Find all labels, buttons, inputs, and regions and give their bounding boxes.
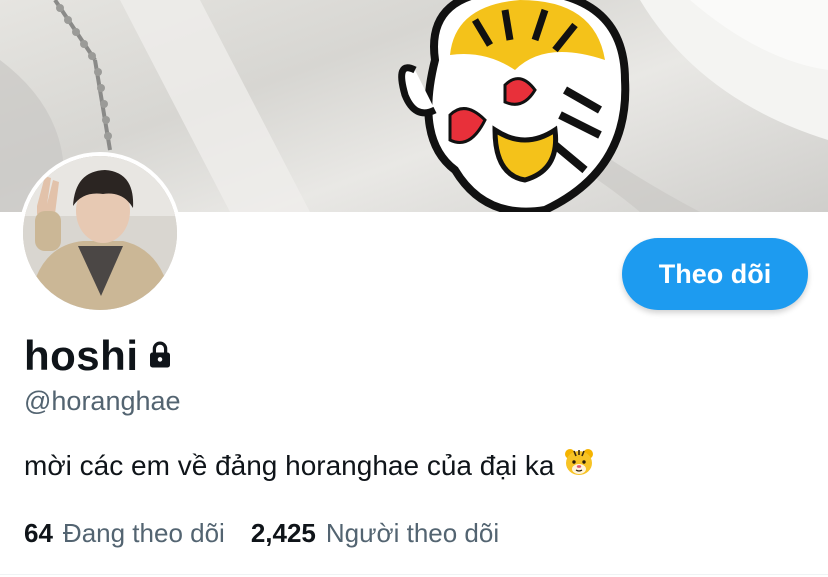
bio-text: mời các em về đảng horanghae của đại ka [24,449,555,481]
profile-bio: mời các em về đảng horanghae của đại ka [24,447,594,484]
following-stat-link[interactable]: 64 Đang theo dõi [24,518,225,549]
follow-button[interactable]: Theo dõi [622,238,808,310]
followers-count: 2,425 [250,518,316,548]
following-count: 64 [24,518,53,548]
divider [0,574,828,575]
avatar-photo [23,156,177,310]
profile-display-name: hoshi [24,332,139,379]
followers-stat-link[interactable]: 2,425 Người theo dõi [251,518,499,549]
following-label: Đang theo dõi [62,518,225,548]
profile-stats: 64 Đang theo dõi 2,425 Người theo dõi [24,518,525,549]
profile-handle: @horanghae [24,386,181,416]
followers-label: Người theo dõi [325,518,500,548]
lock-icon [145,340,175,375]
profile-avatar[interactable] [19,152,181,314]
tiger-face-icon [564,447,594,484]
profile-name-row: hoshi [24,332,175,380]
